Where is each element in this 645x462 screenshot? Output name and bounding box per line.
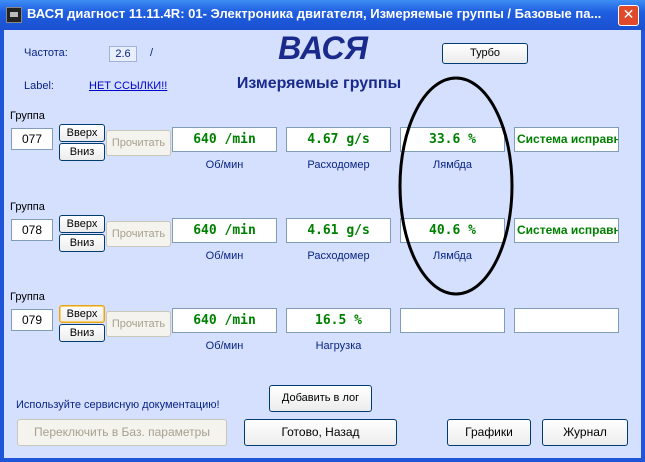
switch-basic-params-button[interactable]: Переключить в Баз. параметры bbox=[17, 419, 227, 446]
group-unit-label-1: Об/мин bbox=[205, 250, 244, 262]
add-to-log-button[interactable]: Добавить в лог bbox=[269, 385, 372, 412]
group-caption: Группа bbox=[10, 201, 45, 213]
app-icon bbox=[6, 7, 22, 23]
group-up-button[interactable]: Вверх bbox=[59, 215, 105, 233]
app-window: ВАСЯ диагност 11.11.4R: 01- Электроника … bbox=[0, 0, 645, 462]
done-back-button[interactable]: Готово, Назад bbox=[244, 419, 397, 446]
group-number-input[interactable]: 079 bbox=[11, 309, 53, 331]
close-button[interactable]: ✕ bbox=[618, 5, 639, 26]
group-unit-label-2: Расходомер bbox=[307, 159, 370, 171]
group-up-button[interactable]: Вверх bbox=[59, 305, 105, 323]
frequency-label: Частота: bbox=[24, 47, 68, 59]
group-value-field-1: 640 /min bbox=[172, 127, 277, 152]
group-value-field-1: 640 /min bbox=[172, 218, 277, 243]
group-caption: Группа bbox=[10, 110, 45, 122]
group-value-field-4: Система исправна bbox=[514, 218, 619, 243]
group-number-input[interactable]: 078 bbox=[11, 219, 53, 241]
window-title: ВАСЯ диагност 11.11.4R: 01- Электроника … bbox=[27, 6, 602, 21]
group-read-button[interactable]: Прочитать bbox=[106, 130, 171, 156]
group-value-field-4: Система исправна bbox=[514, 127, 619, 152]
group-caption: Группа bbox=[10, 291, 45, 303]
group-unit-label-2: Нагрузка bbox=[315, 340, 362, 352]
title-bar[interactable]: ВАСЯ диагност 11.11.4R: 01- Электроника … bbox=[0, 0, 645, 30]
group-value-field-4 bbox=[514, 308, 619, 333]
group-value-field-2: 4.67 g/s bbox=[286, 127, 391, 152]
group-value-field-2: 16.5 % bbox=[286, 308, 391, 333]
service-note: Используйте сервисную документацию! bbox=[16, 399, 220, 411]
group-value-field-3 bbox=[400, 308, 505, 333]
group-unit-label-2: Расходомер bbox=[307, 250, 370, 262]
group-value-field-1: 640 /min bbox=[172, 308, 277, 333]
frequency-value: 2.6 bbox=[109, 46, 137, 62]
group-read-button[interactable]: Прочитать bbox=[106, 311, 171, 337]
label-caption: Label: bbox=[24, 80, 54, 92]
group-read-button[interactable]: Прочитать bbox=[106, 221, 171, 247]
turbo-button[interactable]: Турбо bbox=[442, 43, 528, 64]
main-panel: Частота: 2.6 / ВАСЯ Турбо Label: НЕТ ССЫ… bbox=[4, 30, 641, 458]
group-up-button[interactable]: Вверх bbox=[59, 124, 105, 142]
group-unit-label-1: Об/мин bbox=[205, 159, 244, 171]
group-unit-label-1: Об/мин bbox=[205, 340, 244, 352]
frequency-separator: / bbox=[150, 47, 154, 59]
highlight-ellipse bbox=[398, 76, 514, 296]
group-number-input[interactable]: 077 bbox=[11, 128, 53, 150]
group-down-button[interactable]: Вниз bbox=[59, 143, 105, 161]
label-link[interactable]: НЕТ ССЫЛКИ!! bbox=[89, 80, 167, 92]
group-value-field-2: 4.61 g/s bbox=[286, 218, 391, 243]
group-down-button[interactable]: Вниз bbox=[59, 234, 105, 252]
journal-button[interactable]: Журнал bbox=[542, 419, 628, 446]
page-subtitle: Измеряемые группы bbox=[236, 75, 402, 92]
app-logo-text: ВАСЯ bbox=[278, 30, 368, 66]
graphs-button[interactable]: Графики bbox=[447, 419, 531, 446]
group-down-button[interactable]: Вниз bbox=[59, 324, 105, 342]
